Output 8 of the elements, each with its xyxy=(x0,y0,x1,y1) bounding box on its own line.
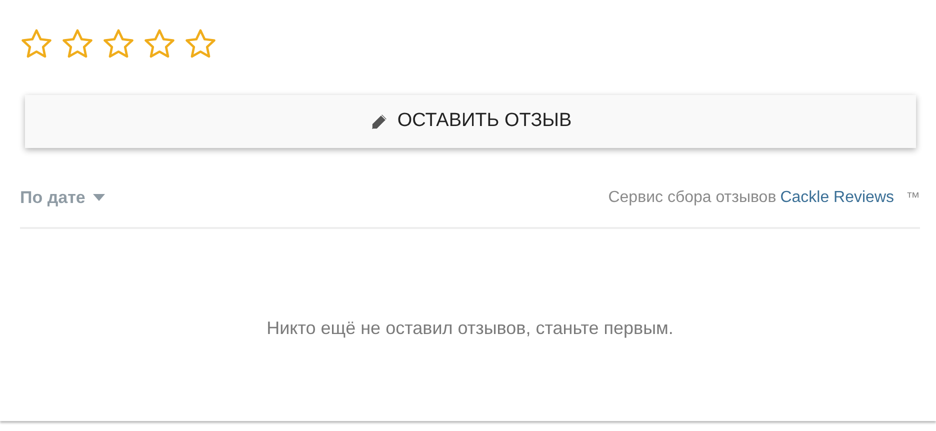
pencil-icon xyxy=(369,112,390,132)
caret-icon xyxy=(93,194,106,202)
leave-review-button[interactable]: ОСТАВИТЬ ОТЗЫВ xyxy=(25,95,916,148)
sort-dropdown[interactable]: По дате xyxy=(20,185,106,210)
empty-message: Никто ещё не оставил отзывов, станьте первым. xyxy=(266,316,674,340)
trademark-sign: ™ xyxy=(906,188,920,208)
service-link[interactable]: Cackle Reviews xyxy=(780,186,894,210)
service-label: Сервис сбора отзывов xyxy=(608,188,776,208)
